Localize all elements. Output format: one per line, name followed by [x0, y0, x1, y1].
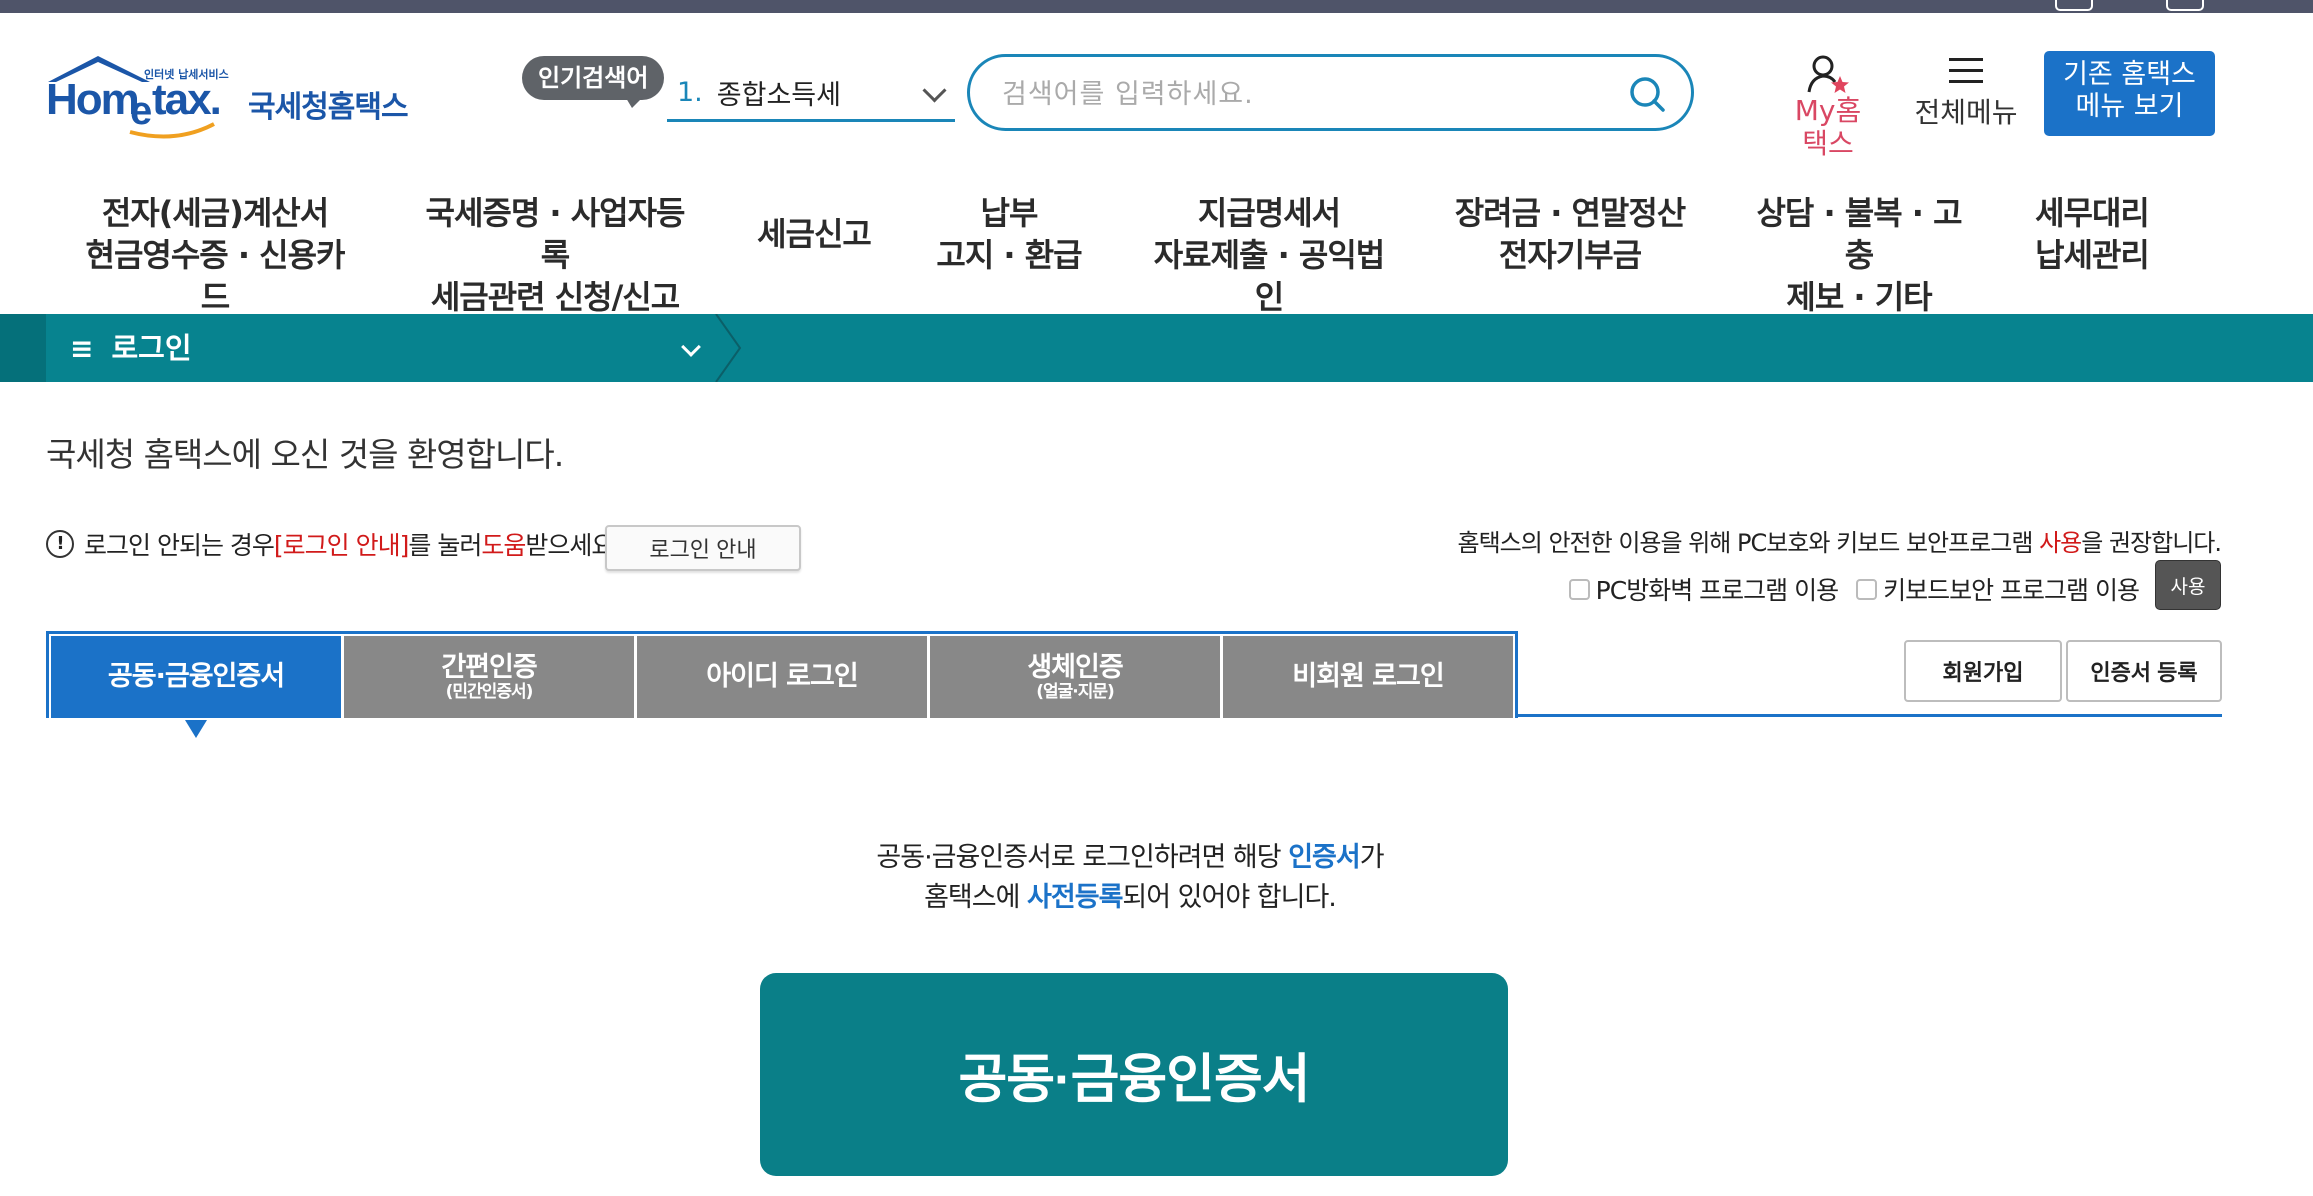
- joint-certificate-login-button[interactable]: 공동·금융인증서: [760, 973, 1508, 1176]
- nav-item-e-invoice[interactable]: 전자(세금)계산서 현금영수증 · 신용카드: [78, 192, 352, 318]
- nav-item-incentive[interactable]: 장려금 · 연말정산 전자기부금: [1450, 192, 1690, 276]
- security-checkboxes: PC방화벽 프로그램 이용 키보드보안 프로그램 이용: [1545, 571, 2140, 607]
- svg-text:e: e: [130, 89, 152, 133]
- tab-label: 간편인증: [441, 652, 537, 683]
- signup-button[interactable]: 회원가입: [1904, 640, 2062, 702]
- search-input[interactable]: [1000, 71, 1604, 117]
- all-menu-label: 전체메뉴: [1914, 96, 2018, 129]
- nav-line1: 상담 · 불복 · 고충: [1756, 194, 1962, 274]
- tab-sublabel: (민간인증서): [445, 682, 534, 702]
- nav-line2: 고지 · 환급: [936, 236, 1082, 274]
- nav-line2: 제보 · 기타: [1786, 278, 1932, 316]
- chevron-down-icon[interactable]: [681, 337, 701, 357]
- nav-item-payment-statement[interactable]: 지급명세서 자료제출 · 공익법인: [1146, 192, 1392, 318]
- logo-korean-text: 국세청홈택스: [248, 90, 409, 125]
- utility-icon[interactable]: [2166, 0, 2204, 11]
- pc-firewall-label[interactable]: PC방화벽 프로그램 이용: [1596, 571, 1839, 607]
- my-hometax-button[interactable]: My홈택스: [1768, 54, 1888, 160]
- hamburger-icon: [1949, 58, 1983, 83]
- nav-line1: 세금신고: [757, 215, 872, 253]
- user-star-icon: [1807, 55, 1849, 93]
- tab-simple-auth[interactable]: 간편인증 (민간인증서): [344, 636, 634, 718]
- nav-item-tax-report[interactable]: 세금신고: [752, 213, 876, 255]
- login-guide-link[interactable]: [로그인 안내]: [274, 526, 409, 562]
- search-box: [967, 54, 1694, 131]
- nav-line2: 납세관리: [2035, 236, 2150, 274]
- tab-sublabel: (얼굴·지문): [1036, 682, 1115, 702]
- notice-text: 로그인 안되는 경우: [84, 531, 275, 560]
- hometax-logo[interactable]: Hom e tax. 인터넷 납세서비스 국세청홈택스: [46, 52, 416, 144]
- desc-text: 공동·금융인증서로 로그인하려면 해당: [876, 842, 1289, 873]
- tab-underline: [1518, 714, 2222, 717]
- nav-line1: 장려금 · 연말정산: [1454, 194, 1687, 232]
- nav-line1: 납부: [980, 194, 1039, 232]
- security-text: 을 권장합니다.: [2081, 529, 2222, 557]
- tab-label: 공동·금융인증서: [107, 661, 285, 692]
- tab-id-login[interactable]: 아이디 로그인: [637, 636, 927, 718]
- desc-text: 가: [1359, 842, 1385, 873]
- nav-line2: 전자기부금: [1498, 236, 1642, 274]
- login-method-tabs: 공동·금융인증서 간편인증 (민간인증서) 아이디 로그인 생체인증 (얼굴·지…: [46, 631, 1518, 738]
- chevron-down-icon: [922, 78, 947, 103]
- use-security-button[interactable]: 사용: [2155, 560, 2221, 610]
- pc-firewall-checkbox[interactable]: [1568, 578, 1590, 600]
- login-guide-button[interactable]: 로그인 안내: [605, 525, 801, 571]
- info-icon: !: [46, 530, 74, 558]
- nav-item-consulting[interactable]: 상담 · 불복 · 고충 제보 · 기타: [1744, 192, 1974, 318]
- tab-label: 비회원 로그인: [1292, 661, 1444, 692]
- logo-small-text: 인터넷 납세서비스: [144, 68, 229, 81]
- notice-help: 도움: [481, 531, 526, 560]
- top-utility-strip: [0, 0, 2313, 13]
- popular-rank: 1.: [677, 77, 703, 108]
- keyboard-security-label[interactable]: 키보드보안 프로그램 이용: [1883, 571, 2140, 607]
- all-menu-button[interactable]: 전체메뉴: [1904, 54, 2028, 131]
- security-use-word: 사용: [2039, 529, 2082, 557]
- desc-text: 되어 있어야 합니다.: [1122, 882, 1336, 913]
- nav-line1: 지급명세서: [1197, 194, 1341, 232]
- login-notice: ! 로그인 안되는 경우 [로그인 안내] 를 눌러 도움 받으세요.: [46, 526, 621, 562]
- breadcrumb-separator: [715, 314, 742, 382]
- location-dropdown[interactable]: ≡ 로그인: [70, 314, 192, 382]
- old-menu-button[interactable]: 기존 홈택스 메뉴 보기: [2044, 51, 2215, 136]
- desc-text: 홈택스에: [924, 882, 1028, 913]
- welcome-title: 국세청 홈택스에 오신 것을 환영합니다.: [46, 435, 564, 474]
- tab-joint-certificate[interactable]: 공동·금융인증서: [51, 636, 341, 738]
- old-menu-line2: 메뉴 보기: [2075, 91, 2184, 122]
- nav-line2: 자료제출 · 공익법인: [1153, 236, 1386, 316]
- cert-register-button[interactable]: 인증서 등록: [2066, 640, 2222, 702]
- nav-line2: 현금영수증 · 신용카드: [85, 236, 346, 316]
- security-recommend-text: 홈택스의 안전한 이용을 위해 PC보호와 키보드 보안프로그램 사용을 권장합…: [1457, 523, 2222, 558]
- keyboard-security-checkbox[interactable]: [1856, 578, 1878, 600]
- location-home-tab[interactable]: [0, 314, 46, 382]
- svg-text:Hom: Hom: [46, 75, 138, 124]
- nav-item-tax-agent[interactable]: 세무대리 납세관리: [2022, 192, 2162, 276]
- popular-search-select[interactable]: 1. 종합소득세: [667, 66, 955, 122]
- notice-text: 를 눌러: [408, 531, 482, 560]
- search-icon[interactable]: [1627, 74, 1667, 114]
- nav-item-payment[interactable]: 납부 고지 · 환급: [936, 192, 1082, 276]
- location-bar: ≡ 로그인: [0, 314, 2313, 382]
- menu-icon: ≡: [70, 332, 94, 365]
- popular-search-badge: 인기검색어: [522, 56, 665, 108]
- location-label: 로그인: [111, 331, 192, 365]
- nav-line1: 국세증명 · 사업자등록: [425, 194, 686, 274]
- tab-biometric[interactable]: 생체인증 (얼굴·지문): [930, 636, 1220, 718]
- tab-label: 생체인증: [1027, 652, 1123, 683]
- certificate-description: 공동·금융인증서로 로그인하려면 해당 인증서가 홈택스에 사전등록되어 있어야…: [780, 838, 1480, 918]
- my-hometax-label: My홈택스: [1794, 94, 1862, 160]
- old-menu-line1: 기존 홈택스: [2063, 59, 2196, 90]
- nav-item-certificates[interactable]: 국세증명 · 사업자등록 세금관련 신청/신고: [418, 192, 692, 318]
- desc-highlight: 사전등록: [1027, 882, 1123, 913]
- popular-term: 종합소득세: [716, 80, 841, 111]
- utility-icon[interactable]: [2055, 0, 2093, 11]
- tab-non-member[interactable]: 비회원 로그인: [1223, 636, 1513, 718]
- nav-line1: 전자(세금)계산서: [101, 194, 329, 232]
- nav-line1: 세무대리: [2035, 194, 2150, 232]
- svg-text:tax.: tax.: [152, 75, 220, 124]
- security-text: 홈택스의 안전한 이용을 위해 PC보호와 키보드 보안프로그램: [1457, 529, 2040, 557]
- nav-line2: 세금관련 신청/신고: [430, 278, 680, 316]
- desc-highlight: 인증서: [1288, 842, 1361, 873]
- tab-label: 아이디 로그인: [706, 661, 858, 692]
